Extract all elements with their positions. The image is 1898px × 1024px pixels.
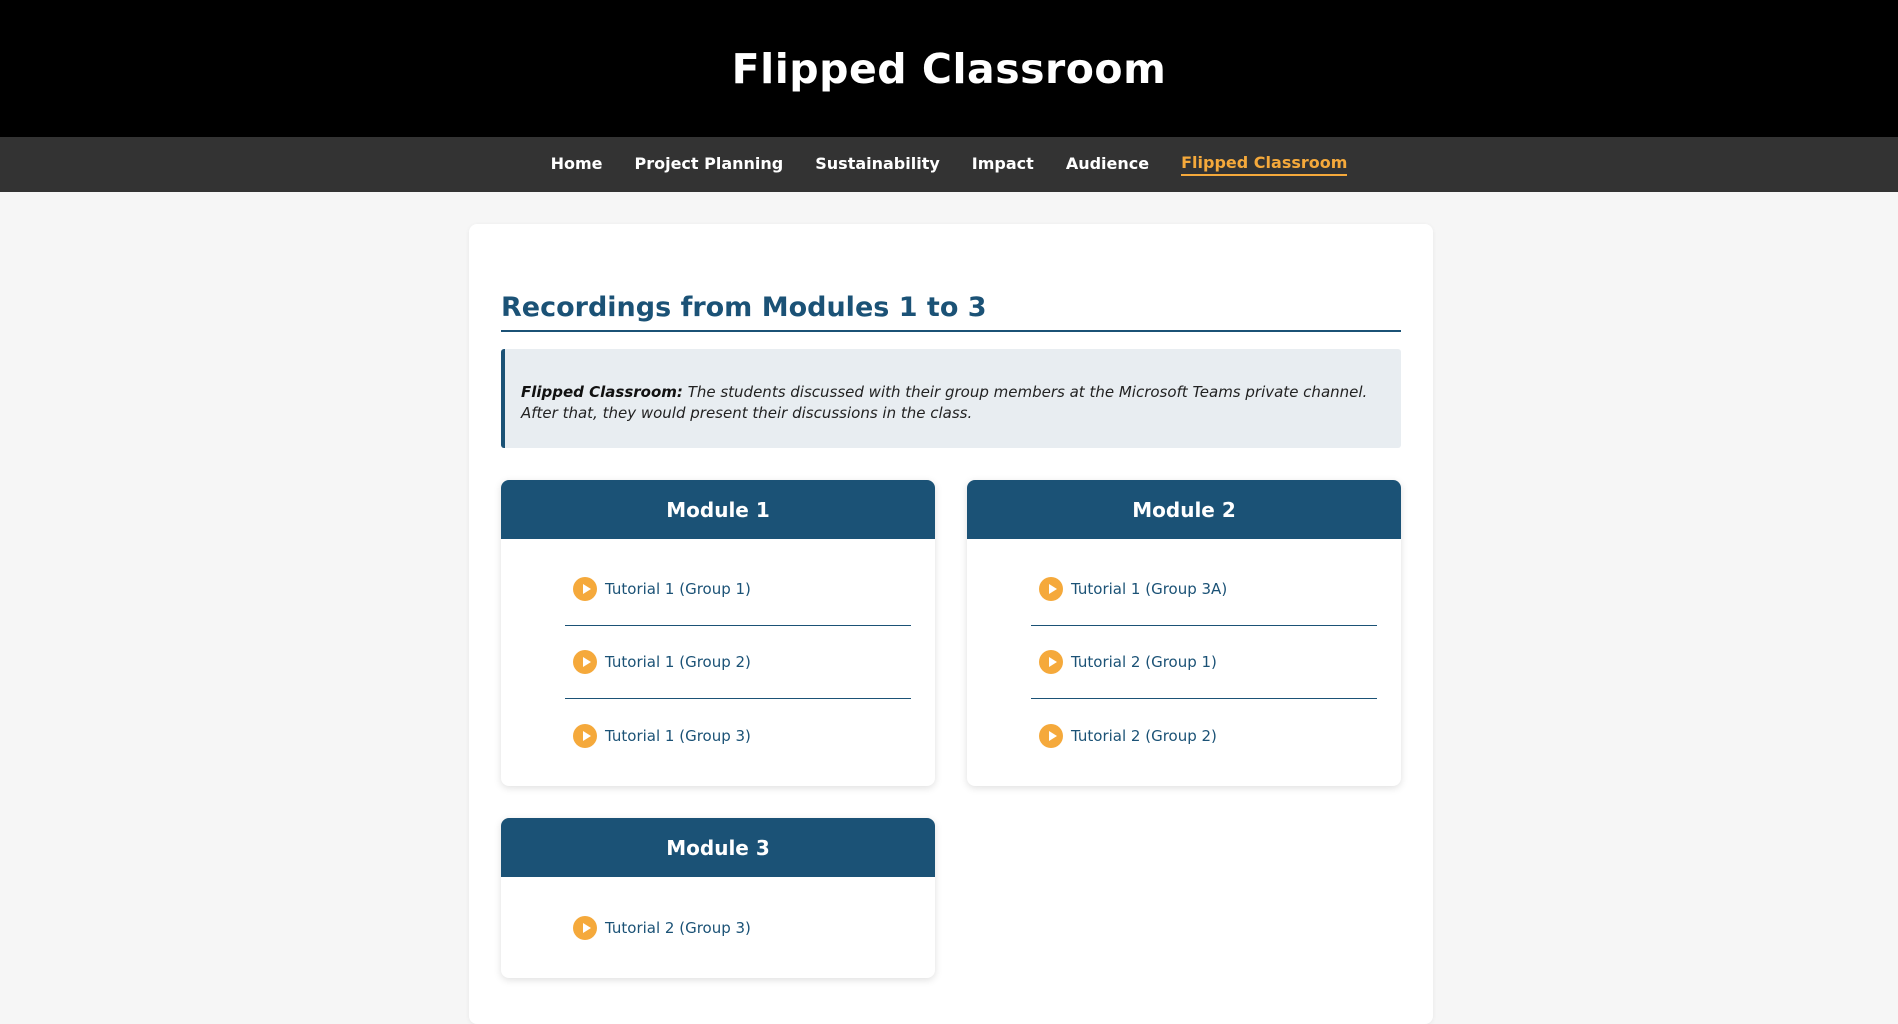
module-card-1: Module 1 Tutorial 1 (Group 1) Tutorial 1… [501,480,935,786]
tutorial-link[interactable]: Tutorial 2 (Group 3) [573,915,751,940]
tutorial-link[interactable]: Tutorial 1 (Group 2) [573,650,751,674]
list-item: Tutorial 1 (Group 3) [565,699,911,772]
module-title: Module 3 [501,818,935,877]
module-title: Module 2 [967,480,1401,539]
info-note: Flipped Classroom: The students discusse… [501,349,1401,448]
module-title: Module 1 [501,480,935,539]
main-nav: Home Project Planning Sustainability Imp… [0,137,1898,192]
play-icon [1039,723,1063,748]
modules-grid: Module 1 Tutorial 1 (Group 1) Tutorial 1… [501,480,1401,978]
list-item: Tutorial 1 (Group 1) [565,553,911,626]
content-container: Recordings from Modules 1 to 3 Flipped C… [469,224,1433,1024]
module-link-list: Tutorial 1 (Group 1) Tutorial 1 (Group 2… [501,539,935,786]
tutorial-link[interactable]: Tutorial 2 (Group 1) [1039,650,1217,674]
list-item: Tutorial 2 (Group 3) [565,891,911,964]
tutorial-link[interactable]: Tutorial 1 (Group 1) [573,577,751,601]
list-item: Tutorial 1 (Group 3A) [1031,553,1377,626]
nav-item-project-planning[interactable]: Project Planning [634,154,783,175]
list-item: Tutorial 1 (Group 2) [565,626,911,699]
tutorial-link[interactable]: Tutorial 1 (Group 3) [573,723,751,748]
play-icon [1039,650,1063,674]
module-link-list: Tutorial 1 (Group 3A) Tutorial 2 (Group … [967,539,1401,786]
play-icon [573,723,597,748]
tutorial-link[interactable]: Tutorial 2 (Group 2) [1039,723,1217,748]
play-icon [1039,577,1063,601]
module-link-list: Tutorial 2 (Group 3) [501,877,935,978]
nav-item-flipped-classroom[interactable]: Flipped Classroom [1181,153,1348,176]
play-icon [573,577,597,601]
tutorial-link-label: Tutorial 1 (Group 2) [605,653,751,671]
module-card-3: Module 3 Tutorial 2 (Group 3) [501,818,935,978]
tutorial-link[interactable]: Tutorial 1 (Group 3A) [1039,577,1227,601]
tutorial-link-label: Tutorial 2 (Group 1) [1071,653,1217,671]
site-header: Flipped Classroom [0,0,1898,137]
tutorial-link-label: Tutorial 2 (Group 3) [605,918,751,937]
list-item: Tutorial 2 (Group 2) [1031,699,1377,772]
list-item: Tutorial 2 (Group 1) [1031,626,1377,699]
nav-item-audience[interactable]: Audience [1066,154,1149,175]
play-icon [573,915,597,940]
tutorial-link-label: Tutorial 1 (Group 3) [605,726,751,745]
tutorial-link-label: Tutorial 1 (Group 3A) [1071,580,1228,598]
section-title: Recordings from Modules 1 to 3 [501,292,1401,332]
module-card-2: Module 2 Tutorial 1 (Group 3A) Tutorial … [967,480,1401,786]
tutorial-link-label: Tutorial 2 (Group 2) [1071,726,1217,745]
nav-item-sustainability[interactable]: Sustainability [815,154,940,175]
note-label: Flipped Classroom: [521,383,683,401]
nav-item-impact[interactable]: Impact [972,154,1034,175]
play-icon [573,650,597,674]
site-title: Flipped Classroom [731,44,1167,93]
tutorial-link-label: Tutorial 1 (Group 1) [605,580,751,598]
nav-item-home[interactable]: Home [551,154,603,175]
